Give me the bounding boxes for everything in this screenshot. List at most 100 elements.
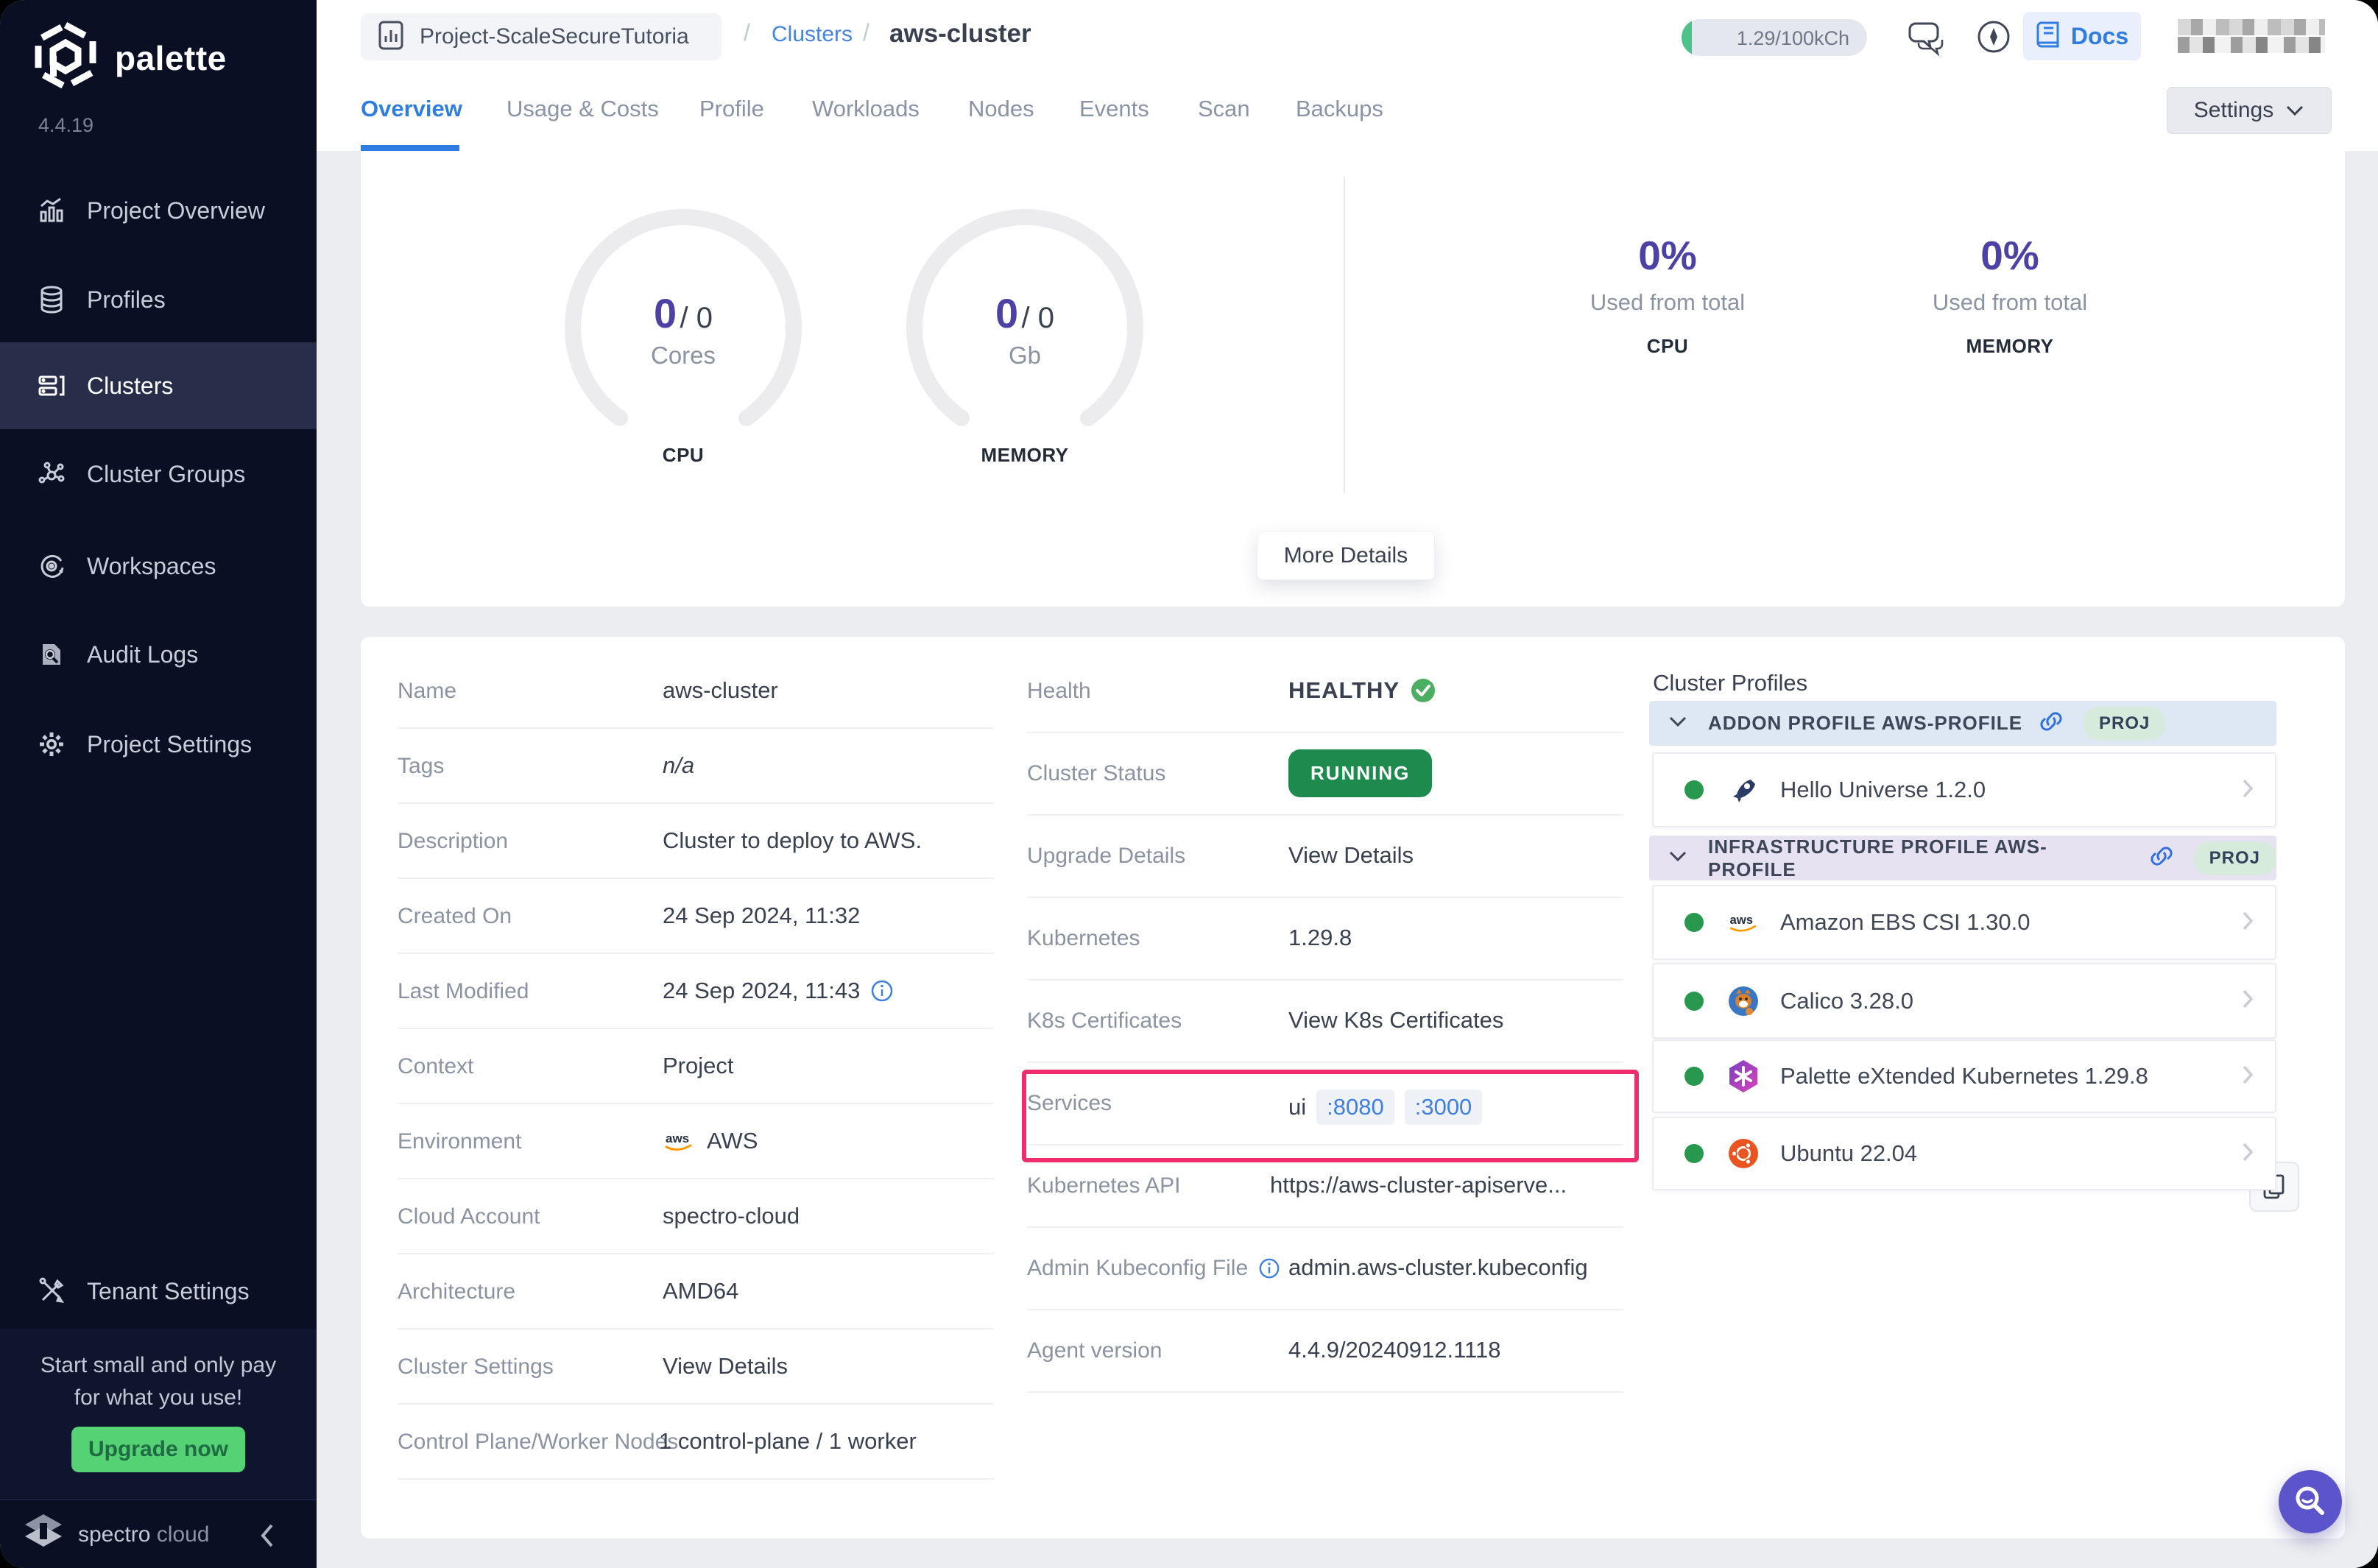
service-name: ui bbox=[1288, 1094, 1307, 1120]
chevron-right-icon bbox=[2241, 1141, 2254, 1167]
sidebar-collapse-icon[interactable] bbox=[258, 1522, 276, 1553]
sidebar-item-profiles[interactable]: Profiles bbox=[0, 256, 317, 343]
sidebar-item-workspaces[interactable]: Workspaces bbox=[0, 523, 317, 610]
cluster-settings-view-details-link[interactable]: View Details bbox=[663, 1353, 788, 1380]
sidebar-item-audit-logs[interactable]: Audit Logs bbox=[0, 611, 317, 698]
cluster-profiles-title: Cluster Profiles bbox=[1653, 670, 1808, 696]
memory-caption: MEMORY bbox=[981, 444, 1069, 466]
cpu-total: 0 bbox=[696, 302, 713, 334]
service-port-link[interactable]: :8080 bbox=[1316, 1090, 1394, 1125]
chevron-down-icon bbox=[2287, 105, 2304, 116]
upgrade-now-button[interactable]: Upgrade now bbox=[71, 1427, 245, 1472]
profile-item-palette-extended-kubernetes[interactable]: Palette eXtended Kubernetes 1.29.8 bbox=[1652, 1039, 2276, 1113]
tab-nodes[interactable]: Nodes bbox=[968, 96, 1034, 122]
memory-used: 0 bbox=[995, 290, 1019, 336]
tab-overview[interactable]: Overview bbox=[361, 96, 462, 122]
tab-profile[interactable]: Profile bbox=[699, 96, 764, 122]
docs-button[interactable]: Docs bbox=[2023, 12, 2141, 60]
profile-item-hello-universe[interactable]: Hello Universe 1.2.0 bbox=[1652, 752, 2276, 827]
tab-usage-costs[interactable]: Usage & Costs bbox=[507, 96, 659, 122]
vertical-divider bbox=[1344, 177, 1345, 493]
doc-search-icon bbox=[35, 638, 68, 671]
breadcrumb-clusters-link[interactable]: Clusters bbox=[772, 22, 853, 47]
upgrade-view-details-link[interactable]: View Details bbox=[1288, 842, 1414, 869]
sidebar-item-tenant-settings[interactable]: Tenant Settings bbox=[0, 1248, 317, 1335]
gear-icon bbox=[35, 728, 68, 760]
chat-icon[interactable] bbox=[1905, 16, 1947, 57]
tools-icon bbox=[35, 1275, 68, 1307]
status-row-health: Health HEALTHY bbox=[1027, 649, 1623, 733]
calico-icon bbox=[1727, 985, 1760, 1017]
settings-button[interactable]: Settings bbox=[2167, 87, 2332, 134]
profile-item-ubuntu[interactable]: Ubuntu 22.04 bbox=[1652, 1117, 2276, 1190]
sidebar-item-label: Profiles bbox=[87, 286, 166, 313]
usage-meter-progress bbox=[1682, 19, 1692, 56]
help-search-fab[interactable] bbox=[2279, 1470, 2342, 1533]
rocket-icon bbox=[1727, 774, 1760, 806]
sidebar-item-cluster-groups[interactable]: Cluster Groups bbox=[0, 431, 317, 518]
more-details-button[interactable]: More Details bbox=[1257, 531, 1435, 580]
sidebar-item-project-overview[interactable]: Project Overview bbox=[0, 167, 317, 254]
view-k8s-certificates-link[interactable]: View K8s Certificates bbox=[1288, 1007, 1503, 1034]
check-circle-icon bbox=[1411, 679, 1436, 702]
detail-row-description: Description Cluster to deploy to AWS. bbox=[398, 802, 994, 879]
top-bar: Project-ScaleSecureTutoria / Clusters / … bbox=[317, 0, 2378, 74]
book-icon bbox=[2036, 20, 2061, 53]
status-row-upgrade-details: Upgrade Details View Details bbox=[1027, 814, 1623, 898]
sidebar-item-label: Workspaces bbox=[87, 552, 216, 579]
spectro-cloud-logo-icon bbox=[22, 1513, 65, 1558]
detail-row-architecture: Architecture AMD64 bbox=[398, 1253, 994, 1329]
tab-scan[interactable]: Scan bbox=[1198, 96, 1250, 122]
infrastructure-profile-group-header[interactable]: INFRASTRUCTURE PROFILE AWS-PROFILE PROJ bbox=[1649, 836, 2276, 880]
compass-icon[interactable] bbox=[1973, 16, 2014, 57]
info-icon[interactable] bbox=[1258, 1257, 1280, 1279]
detail-row-environment: Environment aws AWS bbox=[398, 1103, 994, 1179]
network-icon bbox=[35, 458, 68, 490]
breadcrumb-separator: / bbox=[863, 19, 869, 46]
tab-workloads[interactable]: Workloads bbox=[812, 96, 920, 122]
sidebar-item-label: Tenant Settings bbox=[87, 1277, 250, 1304]
status-row-kubernetes: Kubernetes 1.29.8 bbox=[1027, 897, 1623, 981]
tab-events[interactable]: Events bbox=[1079, 96, 1149, 122]
status-dot bbox=[1684, 780, 1704, 799]
tab-backups[interactable]: Backups bbox=[1296, 96, 1383, 122]
chevron-right-icon bbox=[2241, 988, 2254, 1014]
docs-label: Docs bbox=[2070, 22, 2129, 49]
project-switcher-chip[interactable]: Project-ScaleSecureTutoria bbox=[361, 13, 721, 60]
sidebar-item-label: Project Settings bbox=[87, 730, 253, 757]
detail-row-name: Name aws-cluster bbox=[398, 652, 994, 729]
detail-row-created-on: Created On 24 Sep 2024, 11:32 bbox=[398, 877, 994, 954]
sidebar-footer: spectro cloud bbox=[0, 1499, 317, 1568]
status-row-agent-version: Agent version 4.4.9/20240912.1118 bbox=[1027, 1309, 1623, 1393]
memory-usage-percent: 0% bbox=[1980, 233, 2039, 278]
main-content: 0 / 0 Cores CPU 0 / 0 Gb MEMORY 0% Used … bbox=[317, 151, 2378, 1568]
brand-name: palette bbox=[115, 38, 227, 77]
chevron-right-icon bbox=[2241, 777, 2254, 803]
upgrade-promo: Start small and only pay for what you us… bbox=[0, 1329, 317, 1498]
profile-item-calico[interactable]: Calico 3.28.0 bbox=[1652, 963, 2276, 1039]
user-name-redacted[interactable] bbox=[2178, 19, 2325, 53]
svg-text:aws: aws bbox=[1730, 913, 1754, 927]
service-port-link[interactable]: :3000 bbox=[1404, 1090, 1483, 1125]
info-icon[interactable] bbox=[870, 979, 894, 1003]
cpu-usage-caption: Used from total bbox=[1590, 289, 1746, 315]
link-icon bbox=[2039, 712, 2064, 735]
sidebar-item-clusters[interactable]: Clusters bbox=[0, 342, 317, 429]
sidebar-item-label: Cluster Groups bbox=[87, 460, 246, 487]
palette-logo: palette bbox=[34, 21, 227, 93]
addon-profile-group-header[interactable]: ADDON PROFILE AWS-PROFILE PROJ bbox=[1649, 701, 2276, 746]
memory-usage-label: MEMORY bbox=[1966, 335, 2054, 357]
orbit-icon bbox=[35, 550, 68, 582]
sidebar-item-label: Audit Logs bbox=[87, 640, 199, 668]
project-name: Project-ScaleSecureTutoria bbox=[420, 24, 689, 49]
profile-item-amazon-ebs-csi[interactable]: aws Amazon EBS CSI 1.30.0 bbox=[1652, 885, 2276, 960]
detail-row-nodes: Control Plane/Worker Nodes 1 control-pla… bbox=[398, 1403, 994, 1480]
sidebar-item-project-settings[interactable]: Project Settings bbox=[0, 701, 317, 788]
chevron-right-icon bbox=[2241, 1064, 2254, 1090]
chevron-down-icon bbox=[1668, 715, 1687, 732]
cpu-used: 0 bbox=[653, 290, 677, 336]
memory-total: 0 bbox=[1037, 302, 1055, 334]
app-window: palette 4.4.19 Project Overview Profiles… bbox=[0, 0, 2378, 1568]
sidebar-item-label: Clusters bbox=[87, 372, 174, 399]
kubeconfig-download-link[interactable]: admin.aws-cluster.kubeconfig bbox=[1288, 1254, 1588, 1281]
